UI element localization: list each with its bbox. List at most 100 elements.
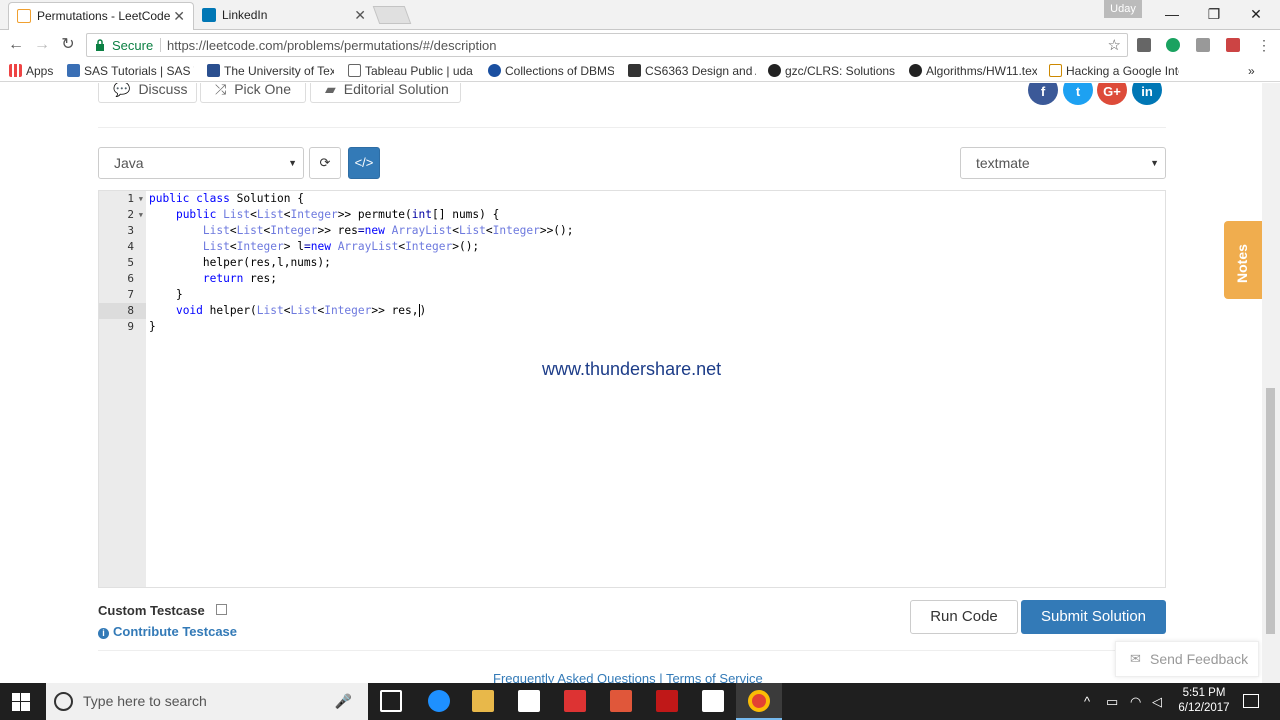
theme-select[interactable]: textmate ▼ <box>960 147 1166 179</box>
footer-links[interactable]: Frequently Asked Questions | Terms of Se… <box>493 671 763 683</box>
code-editor[interactable]: 1 ▼ 2 ▼ 3 4 5 6 7 8 9 public class Solutio… <box>98 190 1166 588</box>
bookmark-apps[interactable]: Apps <box>9 63 59 79</box>
run-code-button[interactable]: Run Code <box>910 600 1018 634</box>
extension-icon[interactable] <box>1137 38 1151 52</box>
language-select[interactable]: Java ▼ <box>98 147 304 179</box>
submit-solution-button[interactable]: Submit Solution <box>1021 600 1166 634</box>
bookmark-label: Algorithms/HW11.tex <box>926 64 1037 78</box>
bookmark-clrs[interactable]: gzc/CLRS: Solutions to <box>768 63 896 79</box>
window-close-icon[interactable]: ✕ <box>1236 2 1276 26</box>
action-center-icon[interactable] <box>1243 694 1259 708</box>
code-line: return res; <box>202 272 277 285</box>
bookmark-dbms[interactable]: Collections of DBMS I <box>488 63 614 79</box>
task-view-icon[interactable] <box>380 690 402 712</box>
minimize-icon[interactable]: — <box>1152 2 1192 26</box>
restore-icon[interactable]: ❐ <box>1194 2 1234 26</box>
menu-icon[interactable]: ⋮ <box>1254 35 1274 55</box>
volume-icon[interactable]: ◁ <box>1152 683 1162 720</box>
pick-one-button[interactable]: ⤮ Pick One <box>200 83 306 103</box>
send-feedback-button[interactable]: ✉ Send Feedback <box>1115 641 1259 677</box>
line-number: 9 <box>127 320 134 333</box>
profile-badge[interactable]: Uday <box>1104 0 1142 18</box>
bookmark-tableau[interactable]: Tableau Public | uday <box>348 63 473 79</box>
scrollbar-thumb[interactable] <box>1266 388 1275 634</box>
feedback-label: Send Feedback <box>1150 651 1249 667</box>
select-value: textmate <box>976 155 1030 171</box>
button-label: Pick One <box>234 83 292 97</box>
microphone-icon[interactable]: 🎤 <box>335 683 352 720</box>
bookmark-icon <box>1049 64 1062 77</box>
watermark: www.thundershare.net <box>542 359 722 379</box>
bookmark-label: CS6363 Design and A <box>645 64 756 78</box>
code-line: } <box>149 320 156 333</box>
bookmark-label: The University of Texa <box>224 64 334 78</box>
taskbar-search-box[interactable]: Type here to search 🎤 <box>46 683 368 720</box>
tab-permutations[interactable]: Permutations - LeetCode ✕ <box>8 2 194 30</box>
divider <box>98 127 1166 128</box>
bookmark-label: SAS Tutorials | SAS Tra <box>84 64 194 78</box>
store-icon[interactable] <box>518 690 540 712</box>
divider <box>98 650 1166 651</box>
editorial-solution-button[interactable]: ▰ Editorial Solution <box>310 83 461 103</box>
close-icon[interactable]: ✕ <box>173 3 185 29</box>
leetcode-icon <box>17 9 31 23</box>
clock-date: 6/12/2017 <box>1178 702 1230 714</box>
new-tab-button[interactable] <box>372 6 412 24</box>
bookmark-sas[interactable]: SAS Tutorials | SAS Tra <box>67 63 194 79</box>
github-icon <box>768 64 781 77</box>
sas-icon <box>67 64 80 77</box>
line-number: 3 <box>127 224 134 237</box>
line-number: 5 <box>127 256 134 269</box>
notes-tab[interactable]: Notes <box>1224 221 1262 299</box>
reset-code-button[interactable]: ⟳ <box>309 147 341 179</box>
url-text[interactable]: https://leetcode.com/problems/permutatio… <box>167 38 497 53</box>
back-icon[interactable]: ← <box>6 35 26 55</box>
bookmark-cs6363[interactable]: CS6363 Design and A <box>628 63 756 79</box>
fold-icon[interactable]: ▼ <box>139 207 143 223</box>
more-bookmarks-icon[interactable]: » <box>1248 63 1262 79</box>
extension-icon[interactable] <box>1226 38 1240 52</box>
link-label: Contribute Testcase <box>113 624 238 639</box>
button-label: Editorial Solution <box>343 83 449 97</box>
bookmarks-bar: Apps SAS Tutorials | SAS Tra The Univers… <box>0 60 1280 82</box>
chrome-icon[interactable] <box>748 690 770 712</box>
windows-start-icon[interactable] <box>12 693 30 711</box>
line-number-active: 8 <box>99 303 146 319</box>
address-bar[interactable]: Secure https://leetcode.com/problems/per… <box>86 33 1128 57</box>
battery-icon[interactable]: ▭ <box>1106 683 1118 720</box>
custom-testcase-checkbox[interactable] <box>216 604 227 615</box>
forward-icon[interactable]: → <box>32 35 52 55</box>
twitter-icon[interactable]: t <box>1063 83 1093 105</box>
windows-taskbar: Type here to search 🎤 ^ ▭ ◠ ◁ 5:51 PM 6/12… <box>0 683 1280 720</box>
close-icon[interactable]: ✕ <box>354 2 366 28</box>
cs-icon <box>628 64 641 77</box>
linkedin-share-icon[interactable]: in <box>1132 83 1162 105</box>
mcafee-icon[interactable] <box>656 690 678 712</box>
mail-app-icon[interactable] <box>702 690 724 712</box>
taskbar-clock[interactable]: 5:51 PM 6/12/2017 <box>1170 686 1238 716</box>
contribute-testcase-link[interactable]: i Contribute Testcase <box>98 624 237 639</box>
line-number: 1 ▼ <box>127 191 143 207</box>
discuss-button[interactable]: 💬 Discuss <box>98 83 197 103</box>
extension-icon[interactable] <box>1196 38 1210 52</box>
code-line: List<List<Integer>> res=new ArrayList<Li… <box>202 224 574 237</box>
fold-icon[interactable]: ▼ <box>139 191 143 207</box>
edge-icon[interactable] <box>428 690 450 712</box>
bookmark-utd[interactable]: The University of Texa <box>207 63 334 79</box>
code-view-button[interactable]: </> <box>348 147 380 179</box>
linkedin-icon <box>202 8 216 22</box>
grammarly-icon[interactable] <box>1166 38 1180 52</box>
bookmark-google[interactable]: Hacking a Google Inte <box>1049 63 1179 79</box>
app-icon[interactable] <box>610 690 632 712</box>
reload-icon[interactable]: ↻ <box>58 35 78 55</box>
tab-linkedin[interactable]: LinkedIn ✕ <box>194 2 374 30</box>
bookmark-algorithms[interactable]: Algorithms/HW11.tex <box>909 63 1037 79</box>
chevron-up-icon[interactable]: ^ <box>1084 683 1090 720</box>
file-explorer-icon[interactable] <box>472 690 494 712</box>
app-icon[interactable] <box>564 690 586 712</box>
google-plus-icon[interactable]: G+ <box>1097 83 1127 105</box>
bookmark-star-icon[interactable]: ☆ <box>1108 36 1121 54</box>
code-line: helper(res,l,nums); <box>149 256 331 269</box>
facebook-icon[interactable]: f <box>1028 83 1058 105</box>
wifi-icon[interactable]: ◠ <box>1130 683 1141 720</box>
